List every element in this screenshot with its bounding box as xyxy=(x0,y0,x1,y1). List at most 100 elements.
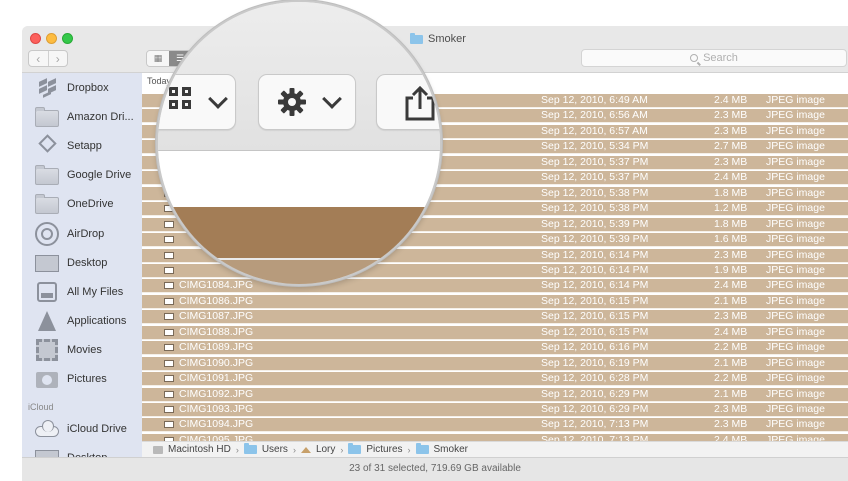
folder-icon xyxy=(34,163,60,187)
minimize-window-button[interactable] xyxy=(46,33,57,44)
file-kind: JPEG image xyxy=(766,418,825,431)
file-kind: JPEG image xyxy=(766,325,825,338)
path-separator: › xyxy=(235,444,239,455)
path-separator: › xyxy=(407,444,411,455)
sidebar-item-icloud-drive[interactable]: iCloud Drive xyxy=(34,416,127,442)
table-row[interactable]: CIMG1087.JPG Sep 12, 2010, 6:15 PM 2.3 MB J… xyxy=(142,310,848,325)
file-kind: JPEG image xyxy=(766,202,825,215)
sidebar-item-label: All My Files xyxy=(67,286,124,298)
table-row[interactable]: CIMG1093.JPG Sep 12, 2010, 6:29 PM 2.3 MB J… xyxy=(142,403,848,417)
folder-icon xyxy=(34,192,60,216)
close-window-button[interactable] xyxy=(30,33,41,44)
table-row[interactable]: CIMG1095.JPG Sep 12, 2010, 7:13 PM 2.4 MB J… xyxy=(142,433,848,441)
applications-icon xyxy=(34,309,60,333)
file-size: 1.8 MB xyxy=(714,186,748,199)
jpeg-file-icon xyxy=(164,406,174,413)
file-kind: JPEG image xyxy=(766,109,825,122)
file-kind: JPEG image xyxy=(766,155,825,168)
sidebar-item-applications[interactable]: Applications xyxy=(34,308,126,334)
file-size: 2.4 MB xyxy=(714,171,748,184)
back-button[interactable]: ‹ xyxy=(29,51,48,66)
table-row[interactable]: CIMG1089.JPG Sep 12, 2010, 6:16 PM 2.2 MB J… xyxy=(142,341,848,356)
sidebar-item-onedrive[interactable]: OneDrive xyxy=(34,191,113,217)
file-kind: JPEG image xyxy=(766,341,825,354)
sidebar-item-movies[interactable]: Movies xyxy=(34,337,102,363)
file-name: CIMG1091.JPG xyxy=(179,372,254,385)
sidebar-item-all-my-files[interactable]: All My Files xyxy=(34,279,123,305)
folder-icon xyxy=(243,443,257,454)
file-size: 2.3 MB xyxy=(714,248,748,261)
sidebar-item-pictures[interactable]: Pictures xyxy=(34,366,107,392)
folder-icon xyxy=(34,105,60,129)
sidebar-item-label: iCloud Drive xyxy=(67,423,127,435)
sidebar-item-label: Amazon Dri... xyxy=(67,111,134,123)
table-row[interactable]: CIMG1092.JPG Sep 12, 2010, 6:29 PM 2.1 MB J… xyxy=(142,387,848,402)
forward-button[interactable]: › xyxy=(47,51,68,66)
date-modified: Sep 12, 2010, 6:49 AM xyxy=(541,94,648,106)
sidebar-item-setapp[interactable]: Setapp xyxy=(34,133,102,159)
file-kind: JPEG image xyxy=(766,433,825,441)
path-item-users[interactable]: Users xyxy=(262,444,288,455)
file-name: CIMG1095.JPG xyxy=(179,433,254,441)
sidebar-item-airdrop[interactable]: AirDrop xyxy=(34,221,104,247)
date-modified: Sep 12, 2010, 6:28 PM xyxy=(541,372,649,385)
table-row[interactable]: CIMG1091.JPG Sep 12, 2010, 6:28 PM 2.2 MB J… xyxy=(142,372,848,387)
jpeg-file-icon xyxy=(164,359,174,367)
sidebar-item-label: AirDrop xyxy=(67,228,105,240)
sidebar-item-google-drive[interactable]: Google Drive xyxy=(34,162,131,188)
table-row[interactable]: CIMG1088.JPG Sep 12, 2010, 6:15 PM 2.4 MB J… xyxy=(142,325,848,340)
airdrop-icon xyxy=(34,222,60,246)
sidebar-item-desktop[interactable]: Desktop xyxy=(34,250,107,276)
file-kind: JPEG image xyxy=(766,279,825,292)
date-modified: Sep 12, 2010, 6:16 PM xyxy=(541,341,649,354)
navigation-buttons: ‹ › xyxy=(28,50,68,67)
search-field[interactable]: Search xyxy=(581,49,847,67)
date-modified: Sep 12, 2010, 7:13 PM xyxy=(541,433,649,441)
date-modified: Sep 12, 2010, 6:29 PM xyxy=(541,403,649,415)
date-modified: Sep 12, 2010, 5:39 PM xyxy=(541,217,649,230)
magnified-arrange-button[interactable] xyxy=(158,74,236,130)
sidebar-item-label: Movies xyxy=(67,344,102,356)
all-my-files-icon xyxy=(34,280,60,304)
file-kind: JPEG image xyxy=(766,124,825,137)
magnified-action-button[interactable] xyxy=(258,74,356,130)
file-size: 2.4 MB xyxy=(714,325,748,338)
file-size: 2.3 MB xyxy=(714,155,748,168)
table-row[interactable]: CIMG1090.JPG Sep 12, 2010, 6:19 PM 2.1 MB J… xyxy=(142,356,848,371)
folder-icon xyxy=(348,443,362,454)
home-icon xyxy=(300,446,311,453)
file-name: CIMG1089.JPG xyxy=(179,341,254,354)
sidebar-item-label: OneDrive xyxy=(67,198,114,210)
sidebar-item-label: Applications xyxy=(67,315,127,327)
sidebar-item-label: Setapp xyxy=(67,140,102,152)
folder-icon xyxy=(415,443,429,454)
sidebar-item-label: Pictures xyxy=(67,373,107,385)
pictures-icon xyxy=(34,367,60,391)
sidebar-item-amazon-drive[interactable]: Amazon Dri... xyxy=(34,104,134,130)
date-modified: Sep 12, 2010, 5:38 PM xyxy=(541,186,649,199)
sidebar-item-dropbox[interactable]: Dropbox xyxy=(34,75,109,101)
magnified-header-row xyxy=(158,151,440,207)
table-row[interactable]: CIMG1086.JPG Sep 12, 2010, 6:15 PM 2.1 MB J… xyxy=(142,294,848,309)
date-modified: Sep 12, 2010, 6:15 PM xyxy=(541,310,649,323)
file-size: 2.7 MB xyxy=(714,140,748,153)
date-modified: Sep 12, 2010, 6:14 PM xyxy=(541,248,649,261)
file-kind: JPEG image xyxy=(766,403,825,415)
file-size: 2.2 MB xyxy=(714,372,748,385)
path-item-macintosh-hd[interactable]: Macintosh HD xyxy=(168,444,231,455)
file-kind: JPEG image xyxy=(766,310,825,323)
path-item-smoker[interactable]: Smoker xyxy=(434,444,468,455)
path-item-pictures[interactable]: Pictures xyxy=(366,444,402,455)
zoom-window-button[interactable] xyxy=(62,33,73,44)
table-row[interactable]: CIMG1094.JPG Sep 12, 2010, 7:13 PM 2.3 MB J… xyxy=(142,418,848,433)
path-item-lory[interactable]: Lory xyxy=(316,444,335,455)
magnified-share-button[interactable] xyxy=(376,74,440,130)
path-separator: › xyxy=(292,444,296,455)
jpeg-file-icon xyxy=(164,421,174,429)
file-size: 1.9 MB xyxy=(714,263,748,276)
file-name: CIMG1092.JPG xyxy=(179,387,254,400)
sidebar: Dropbox Amazon Dri... Setapp Google Driv… xyxy=(22,73,142,469)
date-modified: Sep 12, 2010, 6:57 AM xyxy=(541,124,648,137)
file-name: CIMG1090.JPG xyxy=(179,356,254,369)
file-kind: JPEG image xyxy=(766,263,825,276)
